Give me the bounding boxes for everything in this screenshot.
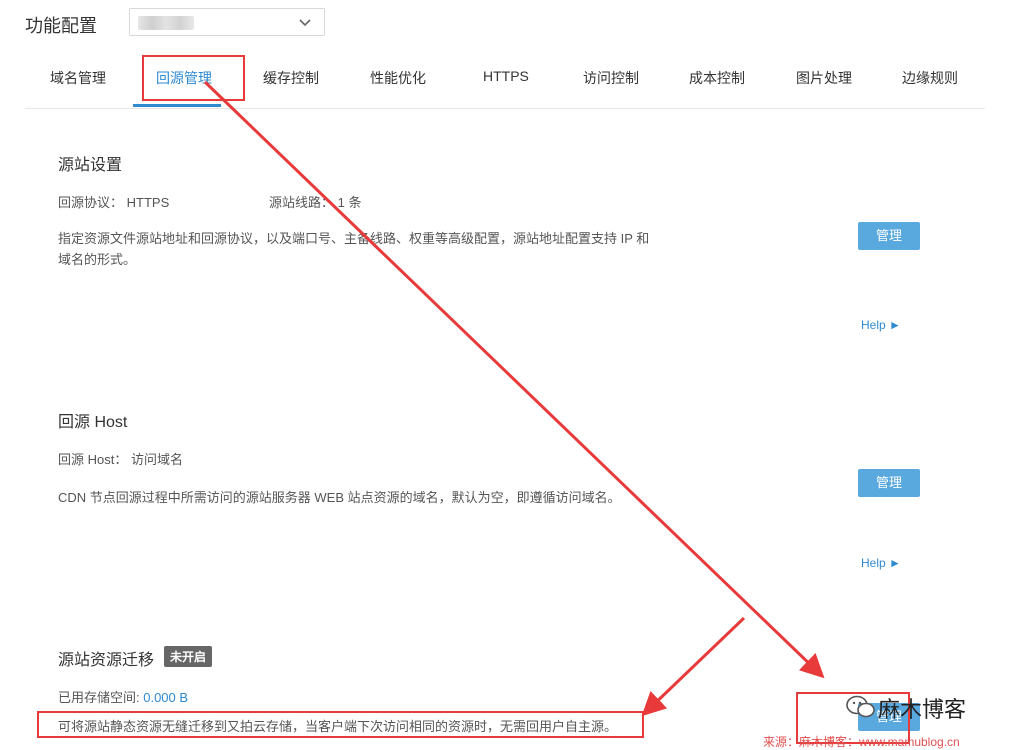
annotation-arrow-left — [641, 616, 746, 717]
watermark-name: 麻木博客 — [878, 697, 967, 722]
annotation-arrows — [203, 80, 825, 717]
watermark-source: 来源：麻木博客：www.mamublog.cn — [763, 735, 960, 749]
annotation-arrow-down — [203, 80, 825, 679]
wechat-icon — [846, 695, 875, 718]
